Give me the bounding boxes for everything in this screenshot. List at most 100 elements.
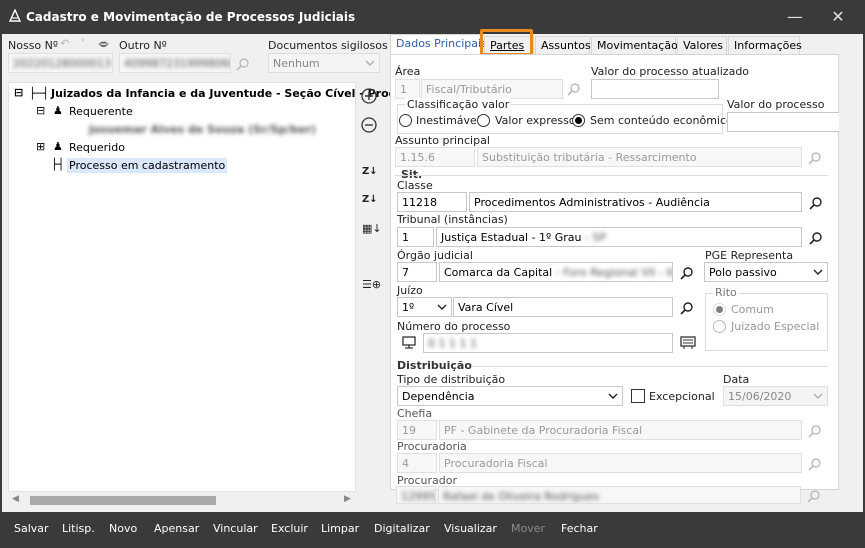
tree-processo-label[interactable]: Processo em cadastramento: [67, 158, 228, 173]
limpar-button[interactable]: Limpar: [321, 522, 359, 535]
juizo-select[interactable]: 1º: [397, 297, 452, 317]
excluir-button[interactable]: Excluir: [271, 522, 308, 535]
area-field[interactable]: Fiscal/Tributário: [421, 79, 563, 99]
chevron-down-icon[interactable]: ˅: [80, 37, 86, 50]
outro-numero-field[interactable]: 40998723199980600: [119, 53, 231, 73]
mover-button[interactable]: Mover: [511, 522, 545, 535]
assunto-field[interactable]: Substituição tributária - Ressarcimento: [477, 147, 802, 167]
search-icon[interactable]: [808, 151, 822, 165]
apensar-button[interactable]: Apensar: [154, 522, 199, 535]
tab-valores[interactable]: Valores: [677, 36, 727, 54]
tree-toggle-root[interactable]: ⊟: [14, 86, 23, 99]
procuradoria-value: Procuradoria Fiscal: [444, 457, 548, 470]
expand-all-icon[interactable]: [360, 87, 378, 105]
tree-requerente-name[interactable]: Josuemar Alves de Souza (Sr/Sp/ber): [89, 123, 316, 136]
radio-rito-juizado[interactable]: [713, 320, 726, 333]
sort-descending-icon[interactable]: Z↓: [362, 194, 378, 205]
add-node-icon[interactable]: ☰⊕: [362, 278, 381, 291]
procuradoria-field[interactable]: Procuradoria Fiscal: [439, 453, 802, 473]
pge-select[interactable]: Polo passivo: [704, 262, 828, 282]
collapse-all-icon[interactable]: [360, 116, 378, 134]
panel-vertical-scrollbar[interactable]: [839, 54, 853, 490]
tree-root-label[interactable]: Juizados da Infancia e da Juventude - Se…: [51, 87, 409, 100]
tree-toggle-requerido[interactable]: ⊞: [36, 140, 45, 153]
data-select[interactable]: 15/06/2020: [723, 386, 828, 406]
assunto-principal-label: Assunto principal: [395, 134, 490, 147]
procurador-field[interactable]: Rafael de Oliveira Rodrigues: [438, 486, 801, 504]
tree-horizontal-scrollbar[interactable]: ◀ ▶: [8, 492, 356, 508]
search-icon[interactable]: [809, 196, 823, 210]
juizo-label: Juízo: [397, 284, 423, 297]
procuradoria-code-field[interactable]: 4: [397, 453, 437, 473]
chefia-value: PF - Gabinete da Procuradoria Fiscal: [444, 424, 643, 437]
area-code-field[interactable]: 1: [395, 79, 420, 99]
documentos-sigilosos-select[interactable]: Nenhum: [268, 53, 380, 73]
radio-inestimavel[interactable]: [399, 114, 412, 127]
valor-processo-field[interactable]: [727, 112, 842, 132]
process-tree[interactable]: ⊟ ├─┤ Juizados da Infancia e da Juventud…: [8, 82, 409, 492]
tree-requerente-label[interactable]: Requerente: [69, 105, 133, 118]
assunto-code-field[interactable]: 1.15.6: [395, 147, 475, 167]
search-icon[interactable]: [809, 231, 823, 245]
orgao-value-blurred: - Foro Regional VII - Itaq: [555, 266, 672, 279]
search-icon[interactable]: [567, 82, 581, 96]
search-icon[interactable]: [680, 301, 694, 315]
radio-valor-expresso[interactable]: [477, 114, 490, 127]
calendar-sort-icon[interactable]: ▦↓: [362, 222, 382, 235]
tipo-distribuicao-select[interactable]: Dependência: [397, 386, 623, 406]
search-icon[interactable]: [808, 457, 822, 471]
numero-processo-field[interactable]: 0 1 1 1 1: [423, 333, 673, 353]
fechar-button[interactable]: Fechar: [561, 522, 598, 535]
salvar-button[interactable]: Salvar: [14, 522, 49, 535]
scanner-icon[interactable]: [679, 335, 697, 351]
classe-code-field[interactable]: 11218: [397, 192, 467, 212]
court-icon: ├─┤: [29, 87, 49, 100]
tab-movimentacao[interactable]: Movimentação: [591, 36, 678, 54]
minimize-button[interactable]: —: [775, 0, 815, 34]
undo-icon[interactable]: ↶: [60, 37, 69, 50]
monitor-icon[interactable]: [401, 336, 417, 350]
excepcional-checkbox[interactable]: [631, 389, 645, 403]
chefia-field[interactable]: PF - Gabinete da Procuradoria Fiscal: [439, 420, 802, 440]
procurador-code-field[interactable]: 129952: [396, 486, 436, 504]
vincular-button[interactable]: Vincular: [213, 522, 258, 535]
documentos-sigilosos-label: Documentos sigilosos: [268, 39, 388, 52]
procuradoria-code-value: 4: [402, 457, 409, 470]
orgao-code-field[interactable]: 7: [397, 262, 437, 282]
visualizar-button[interactable]: Visualizar: [444, 522, 497, 535]
classe-field[interactable]: Procedimentos Administrativos - Audiênci…: [469, 192, 802, 212]
search-icon[interactable]: [680, 266, 694, 280]
pge-label: PGE Representa: [705, 249, 794, 262]
radio-rito-comum[interactable]: [713, 303, 726, 316]
search-icon[interactable]: [808, 424, 822, 438]
search-icon[interactable]: [236, 57, 250, 71]
scroll-right-icon[interactable]: ▶: [344, 494, 351, 504]
scroll-left-icon[interactable]: ◀: [12, 494, 19, 504]
sort-ascending-icon[interactable]: Z↓: [362, 166, 378, 177]
tree-toggle-requerente[interactable]: ⊟: [36, 104, 45, 117]
tree-requerido-label[interactable]: Requerido: [69, 141, 125, 154]
rito-label: Rito: [713, 286, 739, 299]
tab-informacoes[interactable]: Informações: [728, 36, 802, 54]
digitalizar-button[interactable]: Digitalizar: [374, 522, 430, 535]
orgao-field[interactable]: Comarca da Capital - Foro Regional VII -…: [439, 262, 673, 282]
numero-processo-value: 0 1 1 1 1: [428, 337, 477, 350]
juizo-field[interactable]: Vara Cível: [453, 297, 673, 317]
valor-atualizado-field[interactable]: [591, 79, 719, 99]
tribunal-value-blurred: - SP: [585, 231, 607, 244]
numero-processo-label: Número do processo: [397, 320, 511, 333]
search-icon[interactable]: [807, 489, 821, 503]
section-divider: [395, 175, 828, 176]
tab-label: Valores: [683, 39, 723, 52]
novo-button[interactable]: Novo: [109, 522, 137, 535]
radio-sem-conteudo[interactable]: [572, 114, 585, 127]
tribunal-code-field[interactable]: 1: [397, 227, 434, 247]
scrollbar-thumb[interactable]: [30, 496, 216, 505]
chefia-code-field[interactable]: 19: [397, 420, 437, 440]
litisp-button[interactable]: Litisp.: [62, 522, 95, 535]
nosso-numero-field[interactable]: 20220128000013: [8, 53, 113, 73]
tab-assuntos[interactable]: Assuntos: [535, 36, 591, 54]
tribunal-field[interactable]: Justiça Estadual - 1º Grau - SP: [436, 227, 802, 247]
close-window-button[interactable]: ✕: [818, 0, 858, 34]
tipo-distribuicao-label: Tipo de distribuição: [397, 373, 506, 386]
